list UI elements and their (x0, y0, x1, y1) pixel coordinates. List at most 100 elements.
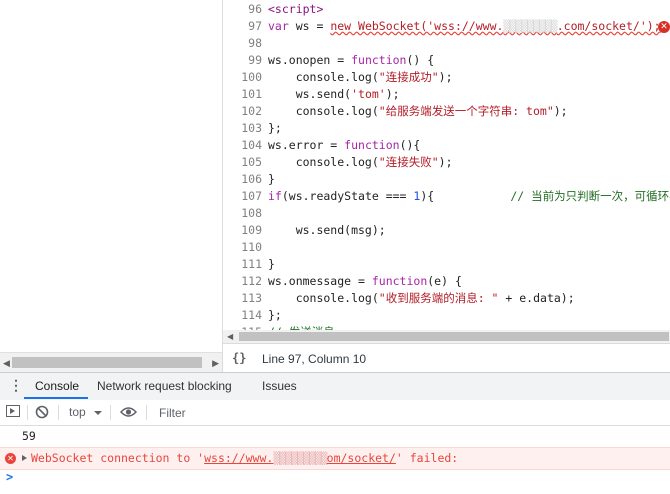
code-editor[interactable]: 96 <script> 97 var ws = new WebSocket('wss:… (223, 0, 670, 330)
scrollbar-thumb[interactable] (12, 357, 202, 368)
line-number[interactable]: 112 (223, 273, 262, 290)
drawer-tab-bar: ⋮ Console Network request blocking Issue… (0, 372, 670, 401)
line-number[interactable]: 113 (223, 290, 262, 307)
error-url-link[interactable]: wss://www.▒▒▒▒▒▒▒▒▒om/socket/ (204, 451, 396, 465)
code-line[interactable]: 97 var ws = new WebSocket('wss://www.▒▒▒▒… (223, 18, 670, 35)
code-token: ); (385, 87, 400, 101)
tab-network-request-blocking[interactable]: Network request blocking (97, 379, 232, 393)
code-text: console.log("连接成功"); (268, 69, 453, 86)
line-number[interactable]: 97 (223, 18, 262, 35)
line-number[interactable]: 99 (223, 52, 262, 69)
active-tab-indicator (24, 397, 88, 399)
line-number[interactable]: 103 (223, 120, 262, 137)
code-line[interactable]: 105 console.log("连接失败"); (223, 154, 670, 171)
line-number[interactable]: 110 (223, 239, 262, 256)
console-messages: 59 ✕ WebSocket connection to 'wss://www.… (0, 425, 670, 494)
console-prompt[interactable]: > (6, 470, 13, 484)
code-line[interactable]: 96 <script> (223, 1, 670, 18)
line-number[interactable]: 98 (223, 35, 262, 52)
line-number[interactable]: 106 (223, 171, 262, 188)
error-url-end: om/socket/ (326, 451, 396, 465)
line-number[interactable]: 104 (223, 137, 262, 154)
line-number[interactable]: 102 (223, 103, 262, 120)
filter-input[interactable] (155, 403, 670, 422)
code-token: function (351, 53, 407, 67)
eye-icon[interactable] (120, 406, 137, 418)
code-line[interactable]: 108 (223, 205, 670, 222)
toolbar-divider (58, 405, 59, 420)
line-number[interactable]: 107 (223, 188, 262, 205)
line-number[interactable]: 109 (223, 222, 262, 239)
code-line[interactable]: 99 ws.onopen = function() { (223, 52, 670, 69)
toolbar-divider (146, 405, 147, 420)
code-token: console.log( (268, 291, 379, 305)
code-line[interactable]: 103}; (223, 120, 670, 137)
scrollbar-thumb[interactable] (239, 332, 669, 341)
code-token: ); (553, 104, 568, 118)
code-token: (e) { (427, 274, 462, 288)
tab-issues[interactable]: Issues (262, 379, 297, 393)
toolbar-divider (110, 405, 111, 420)
code-line[interactable]: 101 ws.send('tom'); (223, 86, 670, 103)
code-token: ws.send(msg); (268, 223, 386, 237)
code-line[interactable]: 109 ws.send(msg); (223, 222, 670, 239)
error-text-suffix: ' failed: (395, 451, 459, 465)
clear-console-icon[interactable] (35, 405, 49, 419)
code-text: if(ws.readyState === 1){ // 当前为只判断一次，可循环… (268, 188, 670, 205)
navigator-horizontal-scrollbar[interactable]: ◀ ▶ (0, 352, 222, 373)
code-line[interactable]: 110 (223, 239, 670, 256)
code-line[interactable]: 107 if(ws.readyState === 1){ // 当前为只判断一次，… (223, 188, 670, 205)
error-circle-icon[interactable]: ✕ (658, 21, 670, 33)
code-line[interactable]: 104 ws.error = function(){ (223, 137, 670, 154)
code-line[interactable]: 111} (223, 256, 670, 273)
code-token: () { (406, 53, 435, 67)
code-token: "给服务端发送一个字符串: tom" (378, 104, 554, 118)
tab-console[interactable]: Console (35, 379, 79, 393)
line-number[interactable]: 111 (223, 256, 262, 273)
code-text: ws.onmessage = function(e) { (268, 273, 462, 290)
navigator-pane (0, 0, 223, 372)
scroll-left-arrow-icon[interactable]: ◀ (3, 358, 10, 369)
code-line[interactable]: 113 console.log("收到服务端的消息: " + e.data); (223, 290, 670, 307)
code-text: <script> (268, 1, 323, 18)
code-line[interactable]: 112 ws.onmessage = function(e) { (223, 273, 670, 290)
sidebar-toggle-icon[interactable] (6, 405, 20, 417)
code-token: ws.onmessage = (268, 274, 372, 288)
console-log-message: 59 (0, 425, 670, 448)
code-line[interactable]: 100 console.log("连接成功"); (223, 69, 670, 86)
code-token: 'tom' (351, 87, 386, 101)
code-text: }; (268, 120, 282, 137)
log-value: 59 (22, 429, 36, 443)
code-token: console.log( (268, 104, 379, 118)
code-token: ){ (420, 189, 511, 203)
code-token: "连接成功" (378, 70, 439, 84)
code-text: ws.onopen = function() { (268, 52, 434, 69)
context-selector[interactable]: top (69, 405, 86, 419)
line-number[interactable]: 101 (223, 86, 262, 103)
scroll-right-arrow-icon[interactable]: ▶ (212, 358, 219, 369)
code-line[interactable]: 114}; (223, 307, 670, 324)
code-token: var (268, 19, 289, 33)
code-line[interactable]: 98 (223, 35, 670, 52)
code-text: console.log("收到服务端的消息: " + e.data); (268, 290, 575, 307)
toolbar-divider (27, 405, 28, 420)
expand-triangle-icon[interactable] (22, 455, 27, 461)
more-tabs-menu-icon[interactable]: ⋮ (9, 377, 23, 394)
line-number[interactable]: 96 (223, 1, 262, 18)
code-token: if (268, 189, 282, 203)
code-token: console.log( (268, 155, 379, 169)
error-url-redacted: ▒▒▒▒▒▒▒▒▒ (273, 451, 327, 465)
editor-horizontal-scrollbar[interactable]: ◀ (223, 330, 670, 343)
scroll-left-arrow-icon[interactable]: ◀ (227, 332, 233, 341)
code-line[interactable]: 106} (223, 171, 670, 188)
code-token: }; (268, 308, 282, 322)
line-number[interactable]: 108 (223, 205, 262, 222)
line-number[interactable]: 114 (223, 307, 262, 324)
line-number[interactable]: 105 (223, 154, 262, 171)
pretty-print-icon[interactable]: {} (232, 351, 246, 365)
chevron-down-icon[interactable] (94, 411, 102, 415)
line-number[interactable]: 100 (223, 69, 262, 86)
code-token: }; (268, 121, 282, 135)
code-line[interactable]: 102 console.log("给服务端发送一个字符串: tom"); (223, 103, 670, 120)
code-token: ws.send( (268, 87, 352, 101)
